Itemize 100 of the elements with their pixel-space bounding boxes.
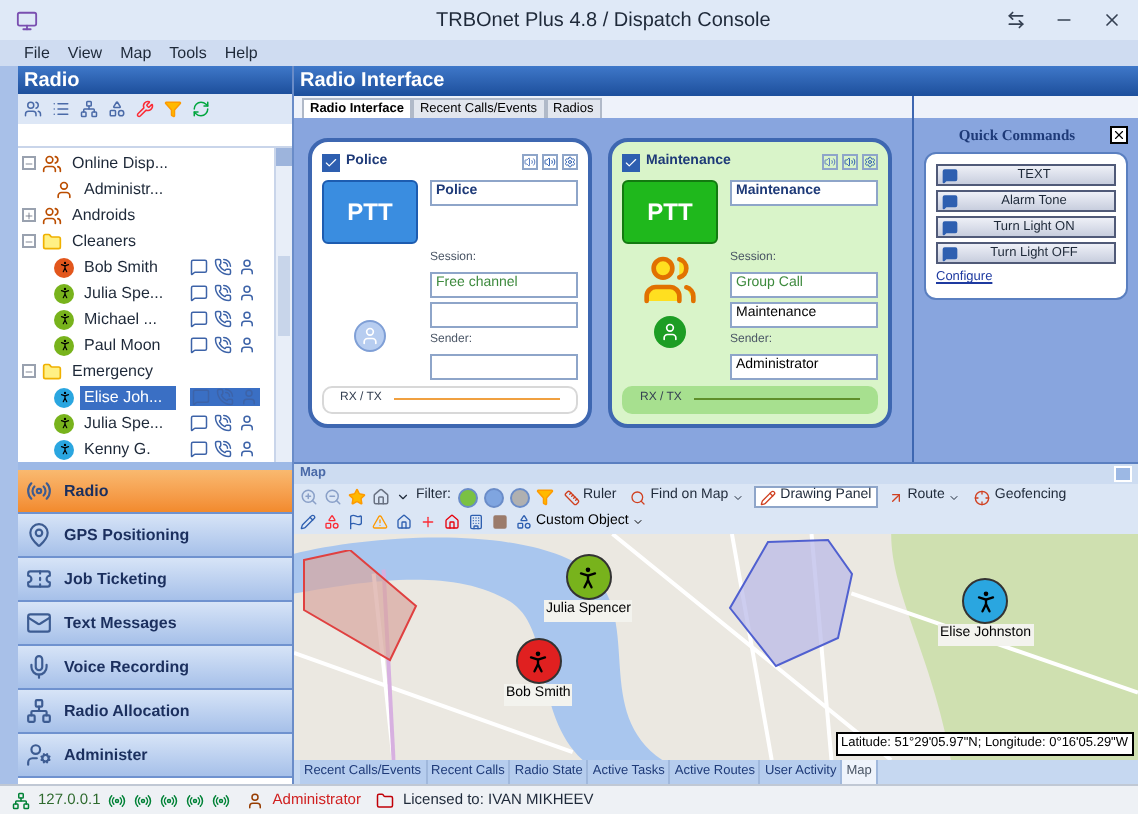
crosshair-icon (974, 489, 991, 505)
dropdown-icon (732, 491, 745, 503)
nav-button[interactable]: Administer (18, 734, 292, 778)
radio-icon (26, 478, 52, 504)
tree-item[interactable]: Cleaners (68, 229, 141, 253)
tree-item[interactable]: Julia Spe... (80, 281, 176, 305)
call-icon (214, 258, 232, 276)
close-icon[interactable] (1110, 126, 1128, 145)
checkbox[interactable] (322, 153, 340, 172)
search-icon (630, 489, 647, 505)
home-icon (396, 514, 412, 530)
flag-icon (348, 514, 364, 530)
microphone-icon (26, 654, 52, 680)
network-icon (12, 791, 30, 809)
dropdown-icon (632, 516, 645, 528)
collapse-toggle[interactable] (22, 156, 36, 170)
restore-icon (1006, 10, 1026, 30)
menu-item[interactable]: View (67, 41, 103, 65)
person-icon (354, 319, 386, 351)
expand-toggle[interactable] (22, 208, 36, 222)
scrollbar[interactable] (274, 148, 292, 462)
polyline-icon (300, 514, 316, 530)
radio-icon (134, 791, 153, 809)
nav-button[interactable]: Job Ticketing (18, 558, 292, 602)
people-icon (42, 205, 62, 225)
call-icon (214, 310, 232, 328)
message-icon (942, 167, 958, 184)
nav-button[interactable]: GPS Positioning (18, 514, 292, 558)
tree-item[interactable]: Kenny G. (80, 437, 176, 461)
dropdown-icon (948, 491, 961, 503)
tree-item[interactable]: Julia Spe... (80, 411, 176, 435)
message-icon (190, 414, 208, 432)
dropdown-icon (396, 490, 410, 504)
user-gear-icon (26, 742, 52, 768)
nav-button[interactable]: Radio (18, 470, 292, 514)
call-icon (216, 388, 234, 406)
person-icon (238, 310, 256, 328)
close-icon (1102, 10, 1122, 30)
folder-icon (42, 231, 62, 251)
people-icon (24, 100, 42, 118)
person-icon (654, 315, 686, 347)
tree-item[interactable]: Androids (68, 203, 140, 227)
message-icon (190, 284, 208, 302)
nav-button[interactable]: Text Messages (18, 602, 292, 646)
window-icon[interactable] (1114, 466, 1132, 482)
radio-icon (108, 791, 127, 809)
person-icon (238, 440, 256, 458)
tree-item[interactable]: Online Disp... (68, 151, 173, 175)
filter-icon (164, 100, 182, 118)
message-icon (190, 310, 208, 328)
hierarchy-icon (80, 100, 98, 118)
home-icon (372, 488, 390, 506)
collapse-toggle[interactable] (22, 234, 36, 248)
menu-item[interactable]: Help (224, 41, 258, 65)
tree-item[interactable]: Paul Moon (80, 333, 176, 357)
pencil-icon (760, 489, 777, 505)
person-icon (238, 336, 256, 354)
call-icon (214, 440, 232, 458)
radio-icon (212, 791, 231, 809)
panel-header: Radio Interface (294, 66, 1138, 96)
folder-icon (42, 361, 62, 381)
tree-item[interactable]: Administr... (80, 177, 168, 201)
nav-button[interactable]: Radio Allocation (18, 690, 292, 734)
tree-item[interactable]: Elise Joh... (80, 385, 176, 409)
menu-item[interactable]: Map (120, 41, 152, 65)
person-icon (238, 414, 256, 432)
menu-item[interactable]: Tools (169, 41, 207, 65)
person-icon (54, 179, 74, 199)
ticket-icon (26, 566, 52, 592)
tree-item[interactable]: Bob Smith (80, 255, 176, 279)
star-icon (348, 488, 366, 506)
map-pin-icon (26, 522, 52, 548)
message-icon (190, 440, 208, 458)
call-icon (214, 336, 232, 354)
person-marker[interactable] (515, 638, 562, 684)
checkbox[interactable] (622, 153, 640, 172)
tree-item[interactable]: Michael ... (80, 307, 176, 331)
message-icon (192, 388, 210, 406)
geofence-polygon (300, 550, 420, 662)
collapse-toggle[interactable] (22, 364, 36, 378)
speaker-icon (842, 154, 858, 171)
radio-icon (186, 791, 205, 809)
message-icon (190, 336, 208, 354)
home-icon (444, 514, 460, 530)
geofence-polygon (728, 538, 856, 668)
zoom-in-icon (300, 488, 318, 506)
settings-icon (562, 154, 578, 171)
ruler-icon (563, 489, 579, 505)
objects-icon (516, 514, 532, 530)
speaker-icon (822, 154, 838, 171)
call-icon (214, 414, 232, 432)
refresh-icon (192, 100, 210, 118)
nav-button[interactable]: Voice Recording (18, 646, 292, 690)
radio-icon (160, 791, 179, 809)
tree-item[interactable]: Emergency (68, 359, 157, 383)
menu-item[interactable]: File (24, 41, 50, 65)
person-icon (238, 258, 256, 276)
warning-icon (372, 514, 388, 530)
person-icon (238, 284, 256, 302)
people-icon (42, 153, 62, 173)
